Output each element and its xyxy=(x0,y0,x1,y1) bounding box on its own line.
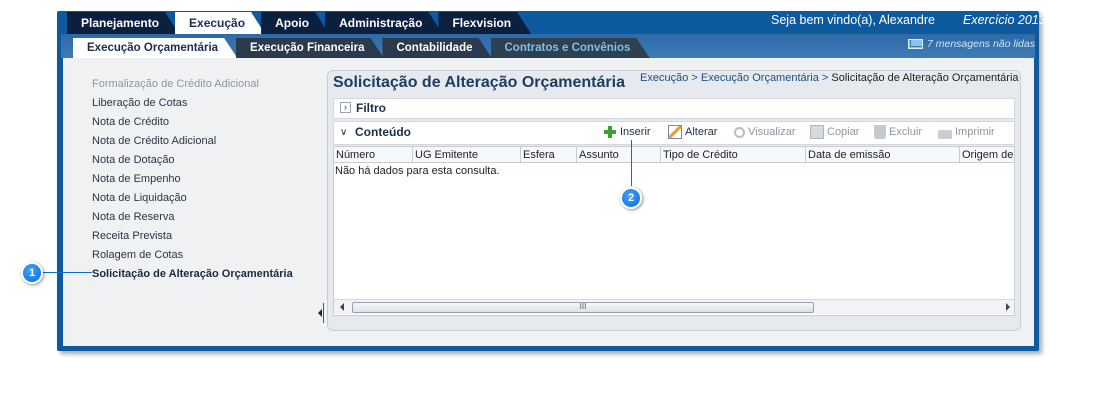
callout-2-badge: 2 xyxy=(620,187,642,209)
callout-2-leader-line xyxy=(631,140,632,186)
excluir-label: Excluir xyxy=(889,126,923,138)
tab-apoio[interactable]: Apoio xyxy=(261,12,329,34)
welcome-text: Seja bem vindo(a), Alexandre xyxy=(771,13,935,27)
nav-liberacao-cotas[interactable]: Liberação de Cotas xyxy=(92,94,293,113)
breadcrumb-current: Solicitação de Alteração Orçamentária xyxy=(831,72,1019,84)
filtro-section-header[interactable]: Filtro xyxy=(333,98,1015,119)
column-header-numero[interactable]: Número xyxy=(334,147,413,163)
column-header-esfera[interactable]: Esfera xyxy=(521,147,577,163)
filtro-label: Filtro xyxy=(356,101,386,115)
subtab-contabilidade[interactable]: Contabilidade xyxy=(382,38,492,59)
scroll-right-icon[interactable] xyxy=(1006,303,1010,311)
column-header-ug-emitente[interactable]: UG Emitente xyxy=(413,147,521,163)
nav-nota-credito-adicional[interactable]: Nota de Crédito Adicional xyxy=(92,132,293,151)
messages-label: 7 mensagens não lidas xyxy=(927,38,1035,50)
copiar-button[interactable]: Copiar xyxy=(810,124,859,140)
copiar-label: Copiar xyxy=(827,126,860,138)
visualizar-label: Visualizar xyxy=(748,126,796,138)
chevron-left-icon xyxy=(318,309,322,317)
column-header-assunto[interactable]: Assunto xyxy=(577,147,661,163)
nav-rolagem-cotas[interactable]: Rolagem de Cotas xyxy=(92,246,293,265)
tab-execucao[interactable]: Execução xyxy=(175,12,265,34)
excluir-button[interactable]: Excluir xyxy=(874,124,922,140)
column-header-data-emissao[interactable]: Data de emissão xyxy=(806,147,960,163)
messages-link[interactable]: 7 mensagens não lidas xyxy=(908,38,1035,50)
nav-formalizacao-credito-adicional[interactable]: Formalização de Crédito Adicional xyxy=(92,75,293,94)
collapse-nav-handle[interactable] xyxy=(318,303,324,323)
nav-nota-dotacao[interactable]: Nota de Dotação xyxy=(92,151,293,170)
breadcrumb: Execução > Execução Orçamentária > Solic… xyxy=(640,72,1019,84)
copy-icon xyxy=(810,125,824,139)
subtab-execucao-orcamentaria[interactable]: Execução Orçamentária xyxy=(73,38,238,59)
breadcrumb-sep: > xyxy=(818,72,832,84)
nav-nota-credito[interactable]: Nota de Crédito xyxy=(92,113,293,132)
printer-icon xyxy=(938,129,952,139)
alterar-button[interactable]: Alterar xyxy=(668,124,717,140)
left-nav: Formalização de Crédito Adicional Libera… xyxy=(92,75,293,284)
scroll-left-icon[interactable] xyxy=(340,303,344,311)
chevron-down-icon[interactable]: ∨ xyxy=(340,127,347,138)
inserir-button[interactable]: Inserir xyxy=(603,124,651,140)
breadcrumb-execucao-orcamentaria[interactable]: Execução Orçamentária xyxy=(701,72,819,84)
nav-solicitacao-alteracao-orcamentaria[interactable]: Solicitação de Alteração Orçamentária xyxy=(92,265,293,284)
scrollbar-thumb[interactable]: III xyxy=(352,302,814,313)
chevron-right-icon[interactable]: › xyxy=(340,102,351,113)
sub-tabs: Execução Orçamentária Execução Financeir… xyxy=(73,38,648,59)
mail-icon xyxy=(908,39,923,49)
horizontal-scrollbar[interactable]: III xyxy=(334,299,1014,314)
imprimir-button[interactable]: Imprimir xyxy=(938,124,995,140)
empty-message: Não há dados para esta consulta. xyxy=(335,165,500,177)
subtab-execucao-financeira[interactable]: Execução Financeira xyxy=(236,38,384,59)
nav-nota-liquidacao[interactable]: Nota de Liquidação xyxy=(92,189,293,208)
imprimir-label: Imprimir xyxy=(955,126,995,138)
nav-nota-empenho[interactable]: Nota de Empenho xyxy=(92,170,293,189)
subtab-contratos-convenios[interactable]: Contratos e Convênios xyxy=(491,38,651,59)
plus-icon xyxy=(603,125,617,139)
column-header-origem[interactable]: Origem de xyxy=(960,147,1014,163)
callout-1-badge: 1 xyxy=(21,262,43,284)
tab-flexvision[interactable]: Flexvision xyxy=(438,12,531,34)
exercicio-text: Exercício 2013 xyxy=(963,13,1046,27)
edit-icon xyxy=(668,125,682,139)
magnifier-icon xyxy=(734,126,745,138)
table-header: Número UG Emitente Esfera Assunto Tipo d… xyxy=(334,147,1014,163)
breadcrumb-sep: > xyxy=(688,72,701,84)
inserir-label: Inserir xyxy=(620,126,651,138)
column-header-tipo-credito[interactable]: Tipo de Crédito xyxy=(661,147,806,163)
alterar-label: Alterar xyxy=(685,126,718,138)
top-tabs: Planejamento Execução Apoio Administraçã… xyxy=(67,12,527,34)
nav-nota-reserva[interactable]: Nota de Reserva xyxy=(92,208,293,227)
nav-receita-prevista[interactable]: Receita Prevista xyxy=(92,227,293,246)
tab-planejamento[interactable]: Planejamento xyxy=(67,12,179,34)
page-title: Solicitação de Alteração Orçamentária xyxy=(333,74,625,91)
trash-icon xyxy=(874,125,886,139)
visualizar-button[interactable]: Visualizar xyxy=(734,124,796,140)
blank-overlay xyxy=(526,219,732,254)
tab-administracao[interactable]: Administração xyxy=(325,12,442,34)
callout-1-leader-line xyxy=(42,272,92,273)
breadcrumb-execucao[interactable]: Execução xyxy=(640,72,688,84)
conteudo-label: Conteúdo xyxy=(355,125,411,139)
